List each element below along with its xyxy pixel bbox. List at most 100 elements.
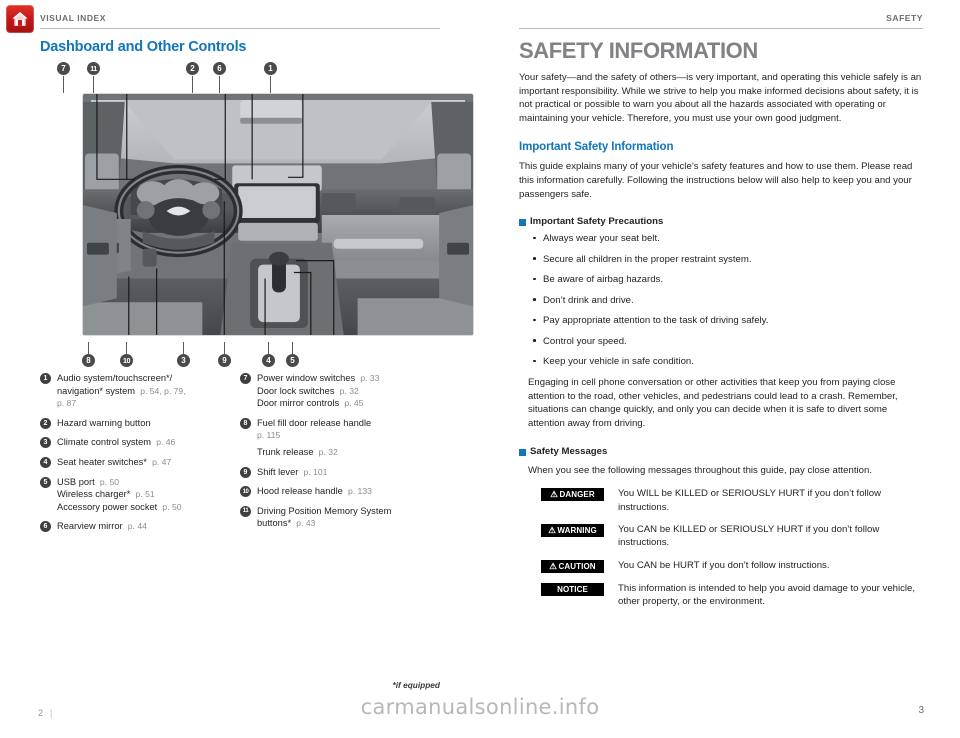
left-page: VISUAL INDEX Dashboard and Other Control… xyxy=(40,0,474,738)
callout-badge-7: 7 xyxy=(57,62,70,75)
page-ref[interactable]: p. 32 xyxy=(319,447,338,457)
home-icon[interactable] xyxy=(6,5,34,33)
dashboard-photo xyxy=(82,93,474,336)
safety-messages-table: ⚠ DANGER You WILL be KILLED or SERIOUSLY … xyxy=(519,487,923,608)
legend-text: Power window switches xyxy=(257,373,356,383)
leader-line xyxy=(270,76,271,93)
bullet-text: Keep your vehicle in safe condition. xyxy=(543,356,694,368)
legend-text: Climate control system xyxy=(57,437,152,448)
footnote-if-equipped: *if equipped xyxy=(392,680,440,690)
callout-badge-2: 2 xyxy=(186,62,199,75)
legend-text: Audio system/touchscreen*/ xyxy=(57,373,173,383)
legend-column-left: 1 Audio system/touchscreen*/ navigation*… xyxy=(40,372,240,540)
page-ref[interactable]: p. 47 xyxy=(152,457,171,467)
leader-line xyxy=(192,76,193,93)
page-ref[interactable]: p. 101 xyxy=(304,467,328,477)
status-badge-danger: ⚠ DANGER xyxy=(541,488,604,502)
list-item: 7 Power window switches p. 33 Door lock … xyxy=(240,372,440,410)
callout-badge-11: 11 xyxy=(87,62,100,75)
message-text: You CAN be HURT if you don’t follow inst… xyxy=(618,559,830,571)
page-ref[interactable]: p. 33 xyxy=(360,373,379,383)
list-item: 10 Hood release handle p. 133 xyxy=(240,485,440,498)
page-ref[interactable]: p. 54, p. 79, xyxy=(140,386,185,396)
page-ref[interactable]: p. 115 xyxy=(257,430,280,440)
list-item: 1 Audio system/touchscreen*/ navigation*… xyxy=(40,372,240,410)
leader-line xyxy=(63,76,64,93)
legend-text: buttons* xyxy=(257,518,292,529)
list-item: Secure all children in the proper restra… xyxy=(533,253,923,266)
warning-triangle-icon: ⚠ xyxy=(549,561,558,571)
page-ref[interactable]: p. 46 xyxy=(156,437,175,447)
right-page: SAFETY SAFETY INFORMATION Your safety—an… xyxy=(519,0,923,618)
page-ref[interactable]: p. 133 xyxy=(348,486,372,496)
legend-text: USB port xyxy=(57,476,95,487)
table-row: NOTICE This information is intended to h… xyxy=(541,582,923,609)
bullet-icon xyxy=(533,236,536,240)
callout-badge-8: 8 xyxy=(82,354,95,367)
legend-badge: 7 xyxy=(240,373,251,384)
callout-badge-4: 4 xyxy=(262,354,275,367)
legend-badge: 3 xyxy=(40,437,51,449)
folio-divider: | xyxy=(50,708,53,718)
leader-line xyxy=(292,342,293,354)
leader-line xyxy=(224,342,225,354)
blue-square-icon xyxy=(519,219,526,227)
page-ref[interactable]: p. 43 xyxy=(296,518,315,528)
messages-intro: When you see the following messages thro… xyxy=(528,464,872,476)
bullet-icon xyxy=(533,257,536,260)
page-ref[interactable]: p. 44 xyxy=(128,521,147,531)
intro-paragraph: Your safety—and the safety of others—is … xyxy=(519,72,922,124)
leader-line xyxy=(93,76,94,93)
badge-label: NOTICE xyxy=(557,584,588,594)
header-divider-left xyxy=(40,28,440,29)
page-ref[interactable]: p. 45 xyxy=(344,398,363,408)
bullet-icon xyxy=(533,277,536,281)
section-body: This guide explains many of your vehicle… xyxy=(519,161,913,200)
page-ref[interactable]: p. 50 xyxy=(162,502,181,512)
list-item: 5 USB port p. 50 Wireless charger* p. 51… xyxy=(40,476,240,514)
page-number-left: 2 xyxy=(38,708,44,718)
blue-square-icon xyxy=(519,448,526,456)
legend-text: Driving Position Memory System xyxy=(257,505,392,516)
message-text: You WILL be KILLED or SERIOUSLY HURT if … xyxy=(618,488,882,513)
leader-line xyxy=(219,76,220,93)
running-head-right: SAFETY xyxy=(886,13,923,23)
header-divider-right xyxy=(519,28,923,29)
list-item: 2 Hazard warning button xyxy=(40,417,240,430)
list-item: 6 Rearview mirror p. 44 xyxy=(40,520,240,533)
folio-left: 2 | xyxy=(38,708,52,718)
page-ref[interactable]: p. 32 xyxy=(340,386,359,396)
table-row: ⚠ DANGER You WILL be KILLED or SERIOUSLY … xyxy=(541,487,923,514)
subheading-safety-messages: Safety Messages xyxy=(519,446,923,457)
page-ref[interactable]: p. 87 xyxy=(57,398,76,408)
bullet-text: Always wear your seat belt. xyxy=(543,233,660,245)
list-item: 4 Seat heater switches* p. 47 xyxy=(40,456,240,469)
legend-badge: 2 xyxy=(40,417,51,429)
chapter-title: SAFETY INFORMATION xyxy=(519,38,758,63)
legend-text: Seat heater switches* xyxy=(57,456,147,467)
page-ref[interactable]: p. 50 xyxy=(100,477,119,487)
subheading-label: Important Safety Precautions xyxy=(530,216,664,228)
legend-text: Hood release handle xyxy=(257,486,343,497)
leader-line xyxy=(126,342,127,354)
badge-label: WARNING xyxy=(557,525,597,535)
status-badge-warning: ⚠ WARNING xyxy=(541,523,604,537)
callout-badge-10: 10 xyxy=(120,354,133,367)
legend-badge: 5 xyxy=(40,476,51,488)
callout-badge-9: 9 xyxy=(218,354,231,367)
page-ref[interactable]: p. 51 xyxy=(136,489,155,499)
legend-text: Hazard warning button xyxy=(57,417,151,428)
list-item: Pay appropriate attention to the task of… xyxy=(533,314,923,327)
table-row: ⚠ CAUTION You CAN be HURT if you don’t fo… xyxy=(541,559,923,573)
callout-row-bottom: 8 10 3 9 4 5 xyxy=(40,342,440,368)
callout-row-top: 7 11 2 6 1 xyxy=(40,62,440,93)
bullet-icon xyxy=(533,298,536,301)
bullet-text: Pay appropriate attention to the task of… xyxy=(543,315,769,327)
list-item: Always wear your seat belt. xyxy=(533,232,923,245)
legend-text: Door mirror controls xyxy=(257,398,340,409)
badge-label: CAUTION xyxy=(558,561,596,571)
message-text: This information is intended to help you… xyxy=(618,582,916,608)
callout-badge-1: 1 xyxy=(264,62,277,75)
legend-badge: 9 xyxy=(240,466,251,478)
page-number-right: 3 xyxy=(918,705,924,716)
